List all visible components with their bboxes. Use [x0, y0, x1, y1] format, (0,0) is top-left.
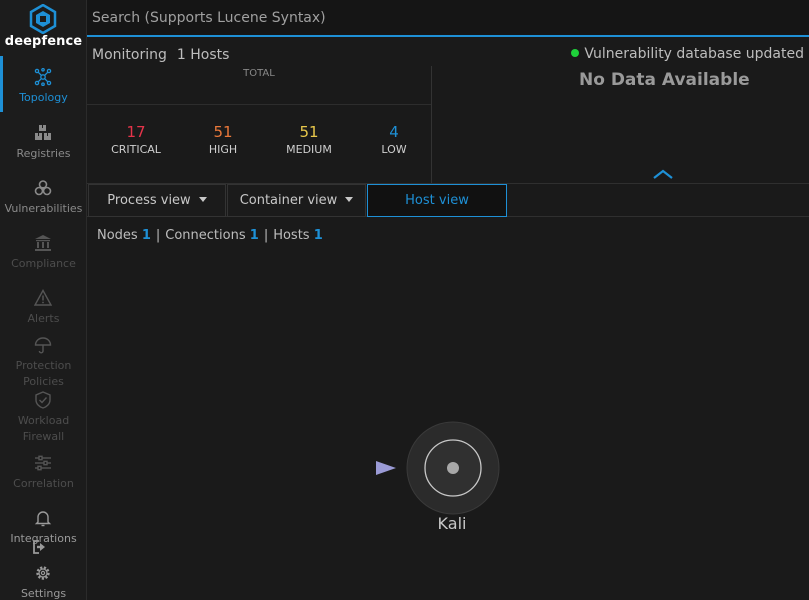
sidebar-item-label: Compliance — [11, 257, 76, 270]
severity-count: 51 — [299, 123, 319, 141]
topology-graph[interactable] — [88, 218, 809, 600]
severity-divider — [87, 104, 431, 105]
sidebar-item-label: Settings — [20, 587, 67, 600]
bell-icon — [0, 509, 87, 531]
severity-high[interactable]: 51 HIGH — [178, 122, 268, 156]
sidebar-item-label: Topology — [19, 91, 68, 104]
vulnerability-db-status: Vulnerability database updated — [571, 46, 804, 62]
sliders-icon — [0, 454, 87, 476]
gear-icon — [0, 564, 87, 586]
logout-icon[interactable] — [32, 539, 50, 555]
severity-label: LOW — [381, 143, 407, 156]
process-view-dropdown[interactable]: Process view — [88, 184, 226, 217]
sidebar-item-workload-firewall[interactable]: Workload Firewall — [0, 391, 87, 445]
severity-total-label: TOTAL — [243, 68, 275, 79]
host-node-kali[interactable] — [406, 421, 500, 515]
severity-label: HIGH — [208, 143, 238, 156]
bank-icon — [0, 234, 87, 256]
status-dot-icon — [571, 49, 580, 57]
view-toggle-bar: Process view Container view Host view — [87, 184, 809, 217]
sidebar-item-topology[interactable]: Topology — [0, 56, 87, 112]
biohazard-icon — [0, 179, 87, 201]
caret-down-icon — [345, 197, 354, 202]
sidebar-item-label: Protection Policies — [15, 359, 72, 388]
severity-count: 51 — [213, 123, 233, 141]
sidebar-item-protection-policies[interactable]: Protection Policies — [0, 336, 87, 390]
umbrella-icon — [0, 336, 87, 358]
container-view-dropdown[interactable]: Container view — [227, 184, 366, 217]
severity-count: 4 — [389, 123, 399, 141]
sidebar-item-label: Alerts — [27, 312, 60, 325]
caret-down-icon — [198, 197, 207, 202]
sidebar-item-compliance[interactable]: Compliance — [0, 234, 87, 272]
search-input[interactable] — [87, 0, 809, 35]
brand-logo[interactable]: deepfence — [0, 0, 87, 55]
sidebar-item-registries[interactable]: Registries — [0, 124, 87, 162]
no-data-message: No Data Available — [579, 70, 750, 90]
sidebar-item-label: Workload Firewall — [17, 414, 70, 443]
severity-low[interactable]: 4 LOW — [349, 122, 439, 156]
sidebar-item-alerts[interactable]: Alerts — [0, 289, 87, 327]
host-node-label[interactable]: Kali — [412, 514, 492, 533]
brand-name: deepfence — [4, 34, 83, 49]
registries-icon — [0, 124, 87, 146]
sidebar: deepfence Topology Registries Vulnerabil… — [0, 0, 87, 600]
sidebar-item-vulnerabilities[interactable]: Vulnerabilities — [0, 179, 87, 217]
sidebar-item-settings[interactable]: Settings — [0, 564, 87, 600]
severity-count: 17 — [126, 123, 146, 141]
monitoring-hosts: 1 Hosts — [176, 47, 230, 63]
monitoring-summary: Monitoring 1 Hosts — [92, 47, 239, 63]
severity-label: CRITICAL — [111, 143, 161, 156]
search-bar — [87, 0, 809, 37]
monitoring-label: Monitoring — [92, 47, 167, 63]
shield-icon — [0, 391, 87, 413]
sidebar-item-correlation[interactable]: Correlation — [0, 454, 87, 492]
sidebar-item-label: Correlation — [13, 477, 74, 490]
warning-icon — [0, 289, 87, 311]
host-view-button[interactable]: Host view — [367, 184, 507, 217]
container-view-label: Container view — [239, 193, 338, 208]
vulnerability-db-status-text: Vulnerability database updated — [584, 46, 804, 62]
sidebar-item-label: Vulnerabilities — [4, 202, 83, 215]
incoming-edge-arrow — [376, 461, 396, 475]
severity-medium[interactable]: 51 MEDIUM — [264, 122, 354, 156]
deepfence-logo-icon — [29, 4, 57, 34]
topology-icon — [0, 68, 87, 90]
collapse-chevron-up-icon[interactable] — [652, 168, 674, 180]
severity-label: MEDIUM — [286, 143, 332, 156]
sidebar-item-label: Registries — [16, 147, 71, 160]
severity-critical[interactable]: 17 CRITICAL — [91, 122, 181, 156]
host-view-label: Host view — [405, 193, 469, 208]
process-view-label: Process view — [107, 193, 191, 208]
